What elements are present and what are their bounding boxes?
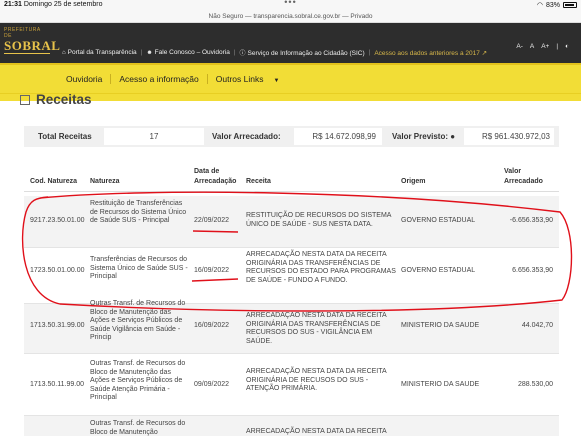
header-link-sic[interactable]: ⓘ Serviço de Informação ao Cidadão (SIC) — [240, 48, 365, 57]
summary-bar: Total Receitas 17 Valor Arrecadado: R$ 1… — [24, 126, 559, 147]
font-decrease-button[interactable]: A- — [516, 43, 523, 50]
cell-data: 09/09/2022 — [194, 381, 230, 388]
help-icon[interactable]: ● — [450, 132, 455, 141]
nav-item-ouvidoria[interactable]: Ouvidoria — [58, 74, 110, 84]
cell-receita: ARRECADAÇÃO NESTA DATA DA RECEITA ORIGIN… — [246, 368, 387, 393]
total-receitas-value: 17 — [104, 128, 204, 145]
external-link-icon: ↗ — [481, 49, 488, 57]
valor-previsto-label: Valor Previsto: ● — [392, 132, 456, 141]
cell-origem: MINISTERIO DA SAUDE — [401, 381, 480, 388]
cell-natureza: Outras Transf. de Recursos do Bloco de M… — [90, 300, 186, 342]
cell-cod: 1723.50.01.00.00 — [30, 267, 85, 274]
logo-main-text: SOBRAL — [4, 38, 61, 54]
accessibility-tools: A- A A+ | ◐ — [516, 43, 569, 50]
divider: | — [233, 49, 236, 56]
header-link-portal[interactable]: ⌂ Portal da Transparência — [62, 49, 137, 56]
cell-receita: RESTITUIÇÃO DE RECURSOS DO SISTEMA ÚNICO… — [246, 212, 392, 228]
users-icon: ☻ — [146, 50, 153, 56]
cell-cod: 9217.23.50.01.00 — [30, 217, 85, 224]
cell-origem: MINISTERIO DA SAUDE — [401, 322, 480, 329]
cell-origem: GOVERNO ESTADUAL — [401, 217, 476, 224]
url-bar[interactable]: Não Seguro — transparencia.sobral.ce.gov… — [0, 12, 581, 23]
cell-origem: GOVERNO ESTADUAL — [401, 267, 476, 274]
valor-arrecadado-value: R$ 14.672.098,99 — [294, 128, 382, 145]
home-icon: ⌂ — [62, 50, 66, 56]
cell-receita: ARRECADAÇÃO NESTA DATA DA RECEITA ORIGIN… — [246, 251, 396, 284]
cell-receita: ARRECADAÇÃO NESTA DATA DA RECEITA ORIGIN… — [246, 312, 387, 345]
header-link-fale[interactable]: ☻ Fale Conosco – Ouvidoria — [146, 49, 229, 56]
cell-cod: 1713.50.11.99.00 — [30, 381, 84, 388]
table-row[interactable]: Outras Transf. de Recursos do Bloco de M… — [24, 416, 559, 436]
status-right: ◠ 83% — [537, 1, 577, 9]
header-link-old-data[interactable]: Acesso aos dados anteriores a 2017 ↗ — [374, 49, 487, 57]
valor-previsto-value: R$ 961.430.972,03 — [464, 128, 554, 145]
table-header: Cod. Natureza Natureza Data de Arrecadaç… — [24, 168, 559, 192]
battery-percent: 83% — [545, 1, 560, 9]
total-receitas-label: Total Receitas — [38, 132, 92, 141]
table-row[interactable]: 1713.50.11.99.00 Outras Transf. de Recur… — [24, 354, 559, 416]
cell-cod: 1713.50.31.99.00 — [30, 322, 85, 329]
contrast-icon[interactable]: ◐ — [565, 43, 569, 50]
col-receita[interactable]: Receita — [246, 177, 396, 187]
table-row[interactable]: 9217.23.50.01.00 Restituição de Transfer… — [24, 196, 559, 248]
url-text: Não Seguro — transparencia.sobral.ce.gov… — [208, 13, 373, 20]
cell-data: 16/09/2022 — [194, 267, 230, 274]
battery-icon — [563, 2, 577, 8]
cell-valor: 288.530,00 — [517, 381, 553, 388]
sobral-logo[interactable]: PREFEITURA DE SOBRAL — [4, 27, 61, 54]
ios-status-bar: 21:31 Domingo 25 de setembro ••• ◠ 83% — [0, 0, 581, 12]
divider: | — [140, 49, 143, 56]
font-increase-button[interactable]: A+ — [541, 43, 549, 50]
col-valor-arrecadado[interactable]: Valor Arrecadado — [504, 167, 554, 187]
divider: | — [556, 43, 559, 50]
chart-icon — [20, 94, 30, 105]
cell-natureza: Outras Transf. de Recursos do Bloco de M… — [90, 360, 186, 402]
caret-down-icon: ▼ — [273, 78, 280, 84]
cell-natureza: Restituição de Transferências de Recurso… — [90, 200, 187, 225]
col-cod-natureza[interactable]: Cod. Natureza — [30, 177, 77, 187]
cell-valor: 6.656.353,90 — [512, 267, 553, 274]
multitask-dots-icon[interactable]: ••• — [0, 0, 581, 7]
valor-arrecadado-label: Valor Arrecadado: — [212, 132, 281, 141]
page-title: Receitas — [20, 92, 92, 107]
nav-item-outros-links[interactable]: Outros Links ▼ — [206, 74, 288, 84]
cell-natureza: Transferências de Recursos do Sistema Ún… — [90, 256, 188, 281]
cell-valor: -6.656.353,90 — [509, 217, 553, 224]
cell-natureza: Outras Transf. de Recursos do Bloco de M… — [90, 420, 186, 436]
divider: | — [368, 49, 371, 56]
table-row[interactable]: 1713.50.31.99.00 Outras Transf. de Recur… — [24, 300, 559, 354]
info-icon: ⓘ — [239, 51, 246, 57]
col-data-arrecadacao[interactable]: Data de Arrecadação — [194, 167, 242, 187]
cell-valor: 44.042,70 — [521, 322, 553, 329]
header-links: ⌂ Portal da Transparência | ☻ Fale Conosco… — [62, 48, 487, 57]
cell-receita: ARRECADAÇÃO NESTA DATA DA RECEITA — [246, 428, 387, 435]
cell-data: 22/09/2022 — [194, 217, 230, 224]
main-nav: Ouvidoria Acesso a informação Outros Lin… — [0, 63, 581, 93]
site-header: PREFEITURA DE SOBRAL ⌂ Portal da Transpar… — [0, 23, 581, 63]
font-reset-button[interactable]: A — [530, 43, 534, 50]
col-natureza[interactable]: Natureza — [90, 177, 190, 187]
col-origem[interactable]: Origem — [401, 177, 426, 187]
wifi-icon: ◠ — [536, 2, 543, 9]
cell-data: 16/09/2022 — [194, 322, 230, 329]
nav-item-acesso-informacao[interactable]: Acesso a informação — [110, 74, 206, 84]
table-row[interactable]: 1723.50.01.00.00 Transferências de Recur… — [24, 248, 559, 304]
